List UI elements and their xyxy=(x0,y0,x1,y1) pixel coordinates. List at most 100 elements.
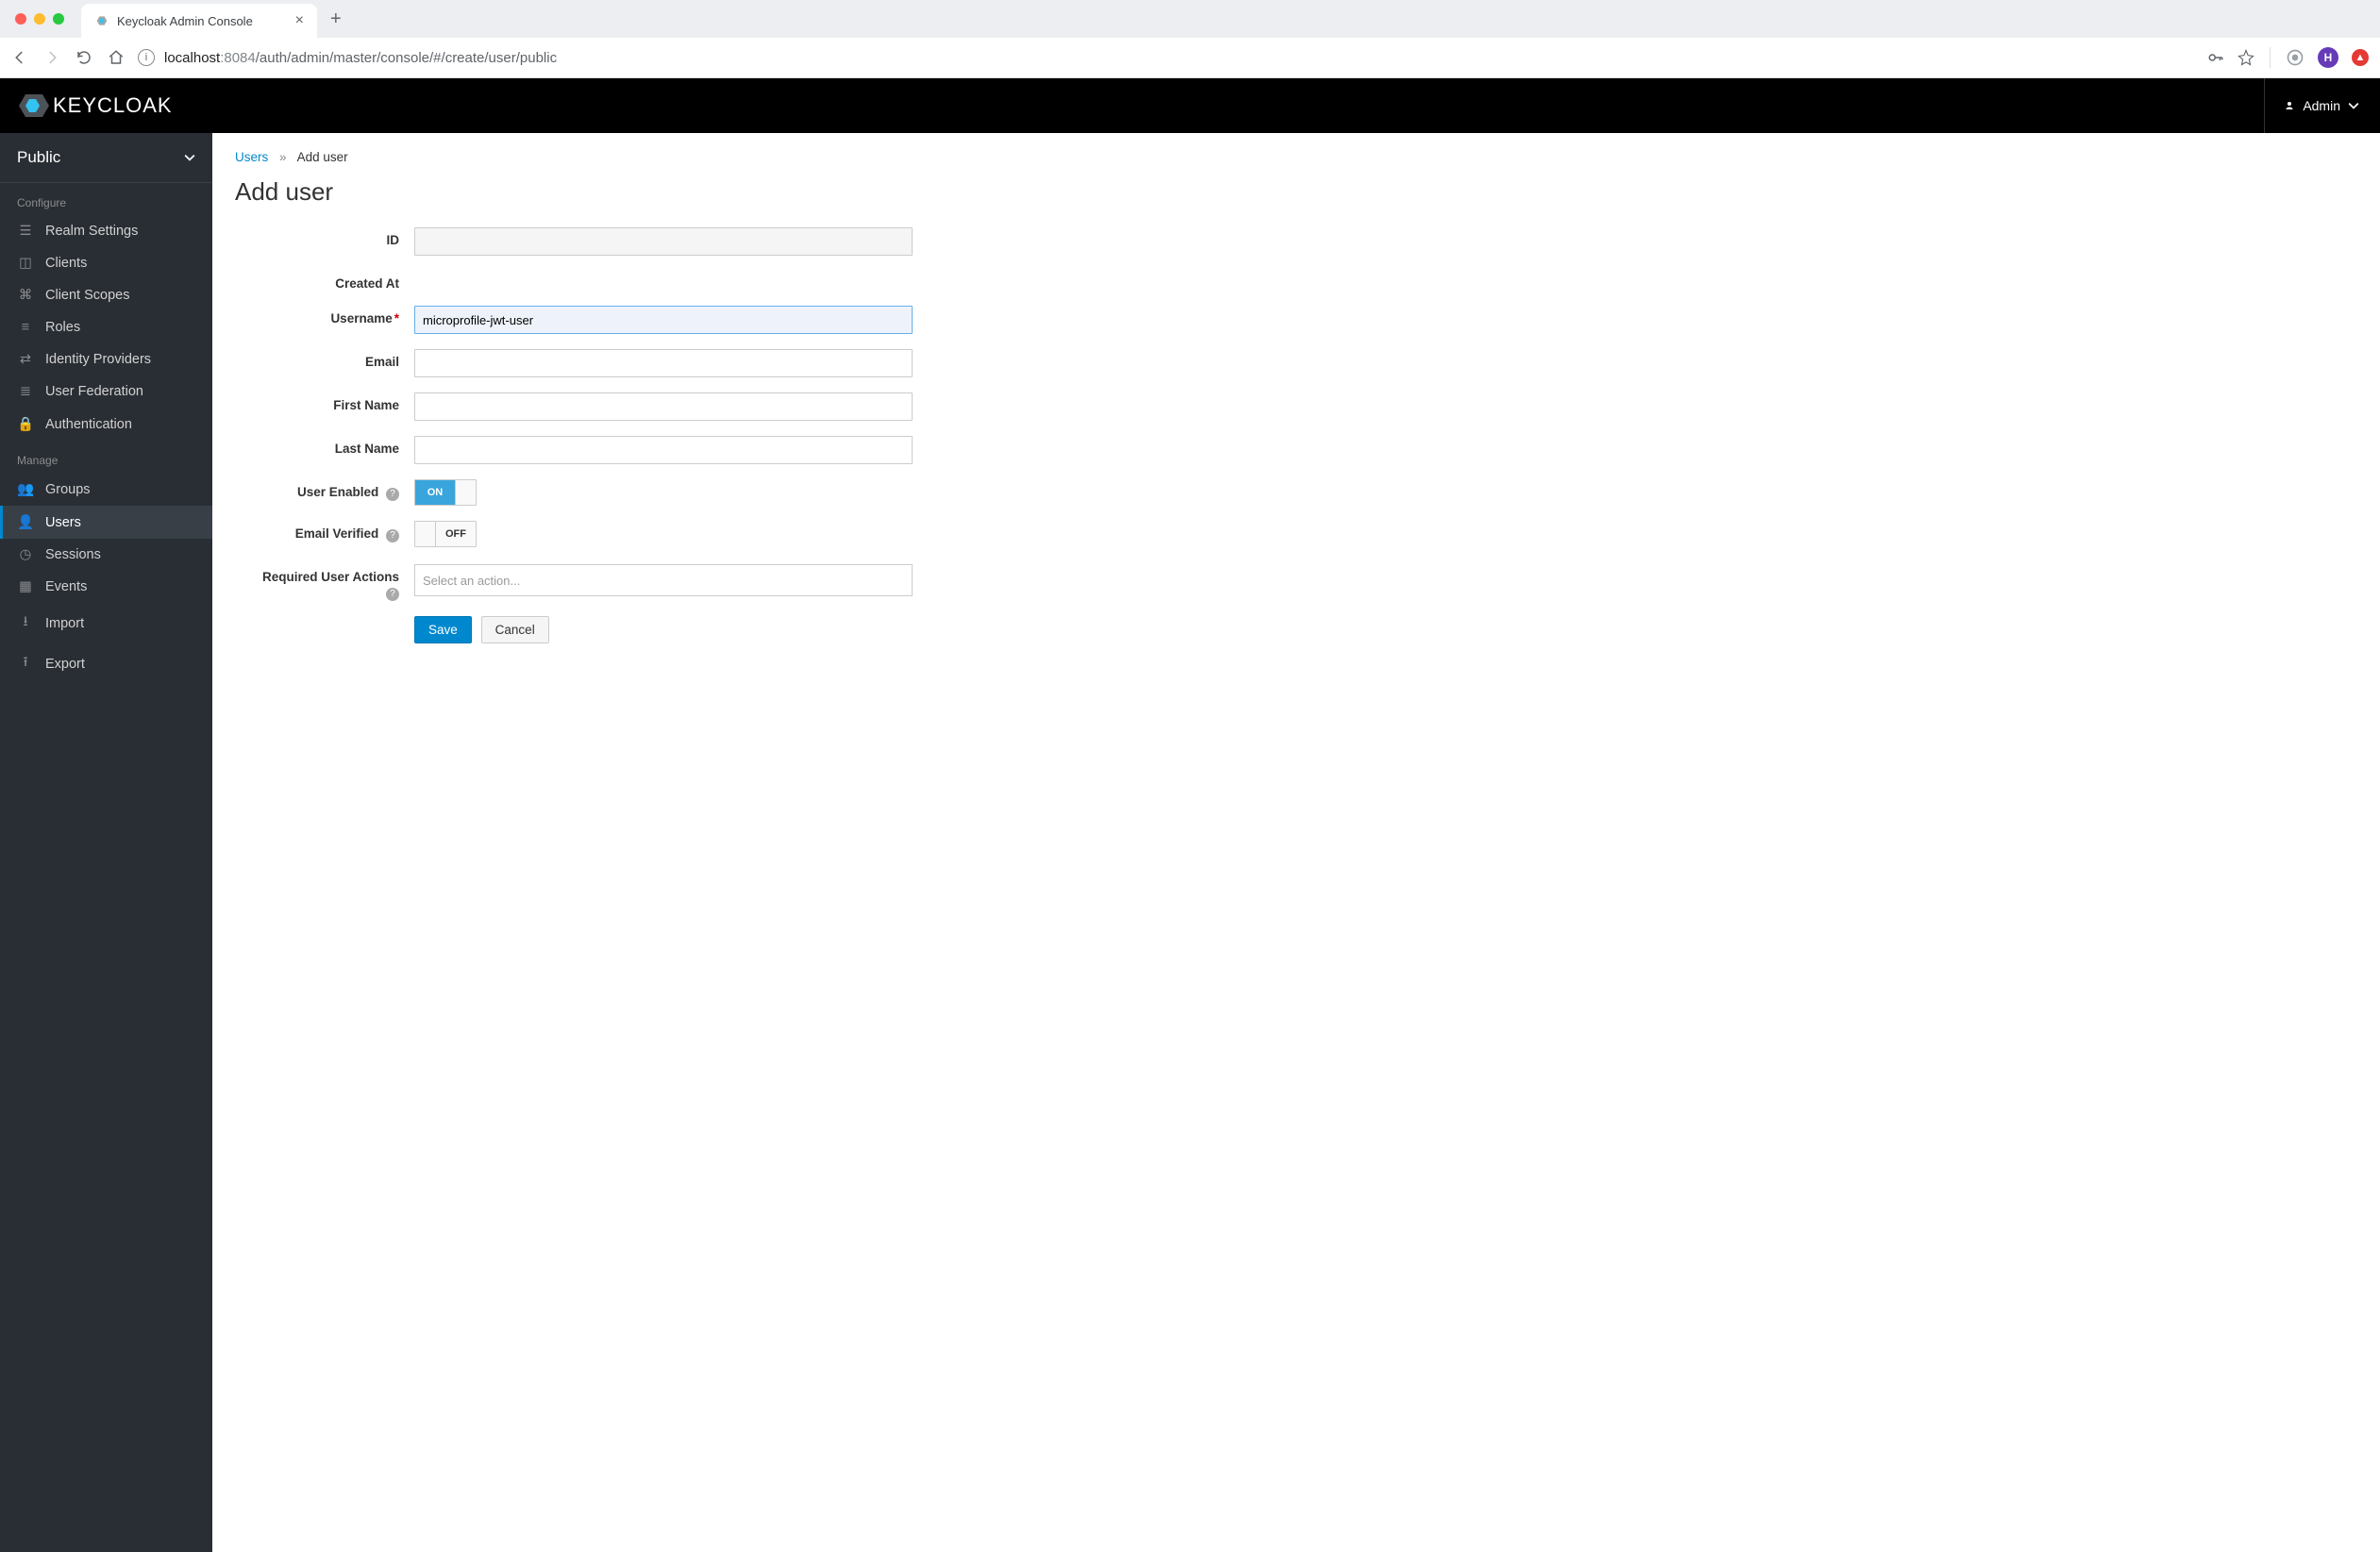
extension-circle-icon[interactable] xyxy=(2286,48,2305,67)
window-close-icon[interactable] xyxy=(15,13,26,25)
sidebar-item-authentication[interactable]: 🔒 Authentication xyxy=(0,408,212,441)
address-bar: i localhost:8084/auth/admin/master/conso… xyxy=(0,38,2380,77)
export-icon: ⭱ xyxy=(17,652,34,676)
required-actions-select[interactable]: Select an action... xyxy=(414,564,913,596)
toggle-handle xyxy=(415,522,436,546)
toggle-off-label: OFF xyxy=(436,522,476,546)
star-icon[interactable] xyxy=(2238,49,2254,66)
calendar-icon: ▦ xyxy=(17,579,34,594)
scopes-icon: ⌘ xyxy=(17,288,34,303)
sidebar-item-label: Users xyxy=(45,515,81,530)
sidebar-item-label: Groups xyxy=(45,482,91,497)
clock-icon: ◷ xyxy=(17,547,34,562)
field-username-row: Username* xyxy=(235,306,2357,334)
sidebar-item-clients[interactable]: ◫ Clients xyxy=(0,247,212,279)
user-label: Admin xyxy=(2303,98,2340,113)
field-created-at-label: Created At xyxy=(235,271,414,291)
sidebar-item-realm-settings[interactable]: ☰ Realm Settings xyxy=(0,215,212,247)
url-field[interactable]: i localhost:8084/auth/admin/master/conso… xyxy=(138,49,2194,66)
extension-red-icon[interactable]: ▲ xyxy=(2352,49,2369,66)
field-user-enabled-label: User Enabled ? xyxy=(235,479,414,501)
sidebar-item-label: Sessions xyxy=(45,547,101,562)
chevron-down-icon xyxy=(2348,100,2359,111)
new-tab-button[interactable]: + xyxy=(330,8,342,30)
sidebar-item-roles[interactable]: ≡ Roles xyxy=(0,311,212,343)
site-info-icon[interactable]: i xyxy=(138,49,155,66)
sidebar-item-identity-providers[interactable]: ⇄ Identity Providers xyxy=(0,343,212,375)
cube-icon: ◫ xyxy=(17,256,34,271)
help-icon[interactable]: ? xyxy=(386,588,399,601)
app-logo[interactable]: KEYCLOAK xyxy=(17,92,173,120)
field-required-actions-row: Required User Actions? Select an action.… xyxy=(235,564,2357,601)
toolbar-divider xyxy=(2270,47,2271,68)
sidebar-item-sessions[interactable]: ◷ Sessions xyxy=(0,539,212,571)
sidebar-item-groups[interactable]: 👥 Groups xyxy=(0,473,212,506)
reload-button[interactable] xyxy=(75,49,92,66)
breadcrumb-current: Add user xyxy=(297,150,348,164)
tab-close-icon[interactable]: × xyxy=(295,12,304,29)
sidebar-item-label: Events xyxy=(45,579,87,594)
field-required-actions-label: Required User Actions? xyxy=(235,564,414,601)
key-icon[interactable] xyxy=(2207,49,2224,66)
breadcrumb-parent-link[interactable]: Users xyxy=(235,150,268,164)
first-name-input[interactable] xyxy=(414,392,913,421)
field-last-name-label: Last Name xyxy=(235,436,414,456)
sidebar-item-user-federation[interactable]: ≣ User Federation xyxy=(0,375,212,408)
logo-text: KEYCLOAK xyxy=(53,93,173,118)
field-email-label: Email xyxy=(235,349,414,369)
email-input[interactable] xyxy=(414,349,913,377)
database-icon: ≣ xyxy=(17,384,34,399)
save-button[interactable]: Save xyxy=(414,616,472,643)
sidebar-item-label: Client Scopes xyxy=(45,288,129,303)
cancel-button[interactable]: Cancel xyxy=(481,616,549,643)
help-icon[interactable]: ? xyxy=(386,488,399,501)
sidebar-item-label: Clients xyxy=(45,256,87,271)
breadcrumb: Users » Add user xyxy=(235,150,2357,164)
tab-favicon-icon xyxy=(94,13,109,28)
sidebar-item-label: Roles xyxy=(45,320,80,335)
back-button[interactable] xyxy=(11,49,28,66)
browser-chrome: Keycloak Admin Console × + i localhost:8… xyxy=(0,0,2380,78)
user-icon: 👤 xyxy=(17,514,34,530)
field-username-label: Username* xyxy=(235,306,414,325)
section-manage-label: Manage xyxy=(0,441,212,473)
help-icon[interactable]: ? xyxy=(386,529,399,542)
sidebar-item-label: Authentication xyxy=(45,417,132,432)
username-input[interactable] xyxy=(414,306,913,334)
window-minimize-icon[interactable] xyxy=(34,13,45,25)
profile-avatar[interactable]: H xyxy=(2318,47,2338,68)
tab-title: Keycloak Admin Console xyxy=(117,14,288,28)
field-email-row: Email xyxy=(235,349,2357,377)
logo-mark-icon xyxy=(17,92,51,120)
forward-button xyxy=(43,49,60,66)
realm-selector[interactable]: Public xyxy=(0,133,212,183)
last-name-input[interactable] xyxy=(414,436,913,464)
toggle-handle xyxy=(455,480,476,505)
browser-tab[interactable]: Keycloak Admin Console × xyxy=(81,4,317,38)
toggle-on-label: ON xyxy=(415,480,455,505)
chevron-down-icon xyxy=(184,152,195,163)
sidebar-item-events[interactable]: ▦ Events xyxy=(0,571,212,603)
sidebar-item-users[interactable]: 👤 Users xyxy=(0,506,212,539)
field-first-name-label: First Name xyxy=(235,392,414,412)
field-created-at-row: Created At xyxy=(235,271,2357,291)
section-configure-label: Configure xyxy=(0,183,212,215)
sidebar-item-label: Export xyxy=(45,657,85,672)
group-icon: 👥 xyxy=(17,481,34,497)
window-controls xyxy=(15,13,64,25)
lock-icon: 🔒 xyxy=(17,416,34,432)
sidebar-item-export[interactable]: ⭱ Export xyxy=(0,643,212,684)
sidebar-item-client-scopes[interactable]: ⌘ Client Scopes xyxy=(0,279,212,311)
id-input xyxy=(414,227,913,256)
home-button[interactable] xyxy=(108,49,125,66)
sidebar-item-import[interactable]: ⭳ Import xyxy=(0,603,212,643)
user-enabled-toggle[interactable]: ON xyxy=(414,479,477,506)
window-maximize-icon[interactable] xyxy=(53,13,64,25)
user-icon xyxy=(2284,100,2295,111)
breadcrumb-separator-icon: » xyxy=(279,150,287,164)
field-user-enabled-row: User Enabled ? ON xyxy=(235,479,2357,506)
email-verified-toggle[interactable]: OFF xyxy=(414,521,477,547)
main-content: Users » Add user Add user ID Created At … xyxy=(212,133,2380,1552)
user-menu[interactable]: Admin xyxy=(2264,78,2359,133)
nav-buttons xyxy=(11,49,125,66)
